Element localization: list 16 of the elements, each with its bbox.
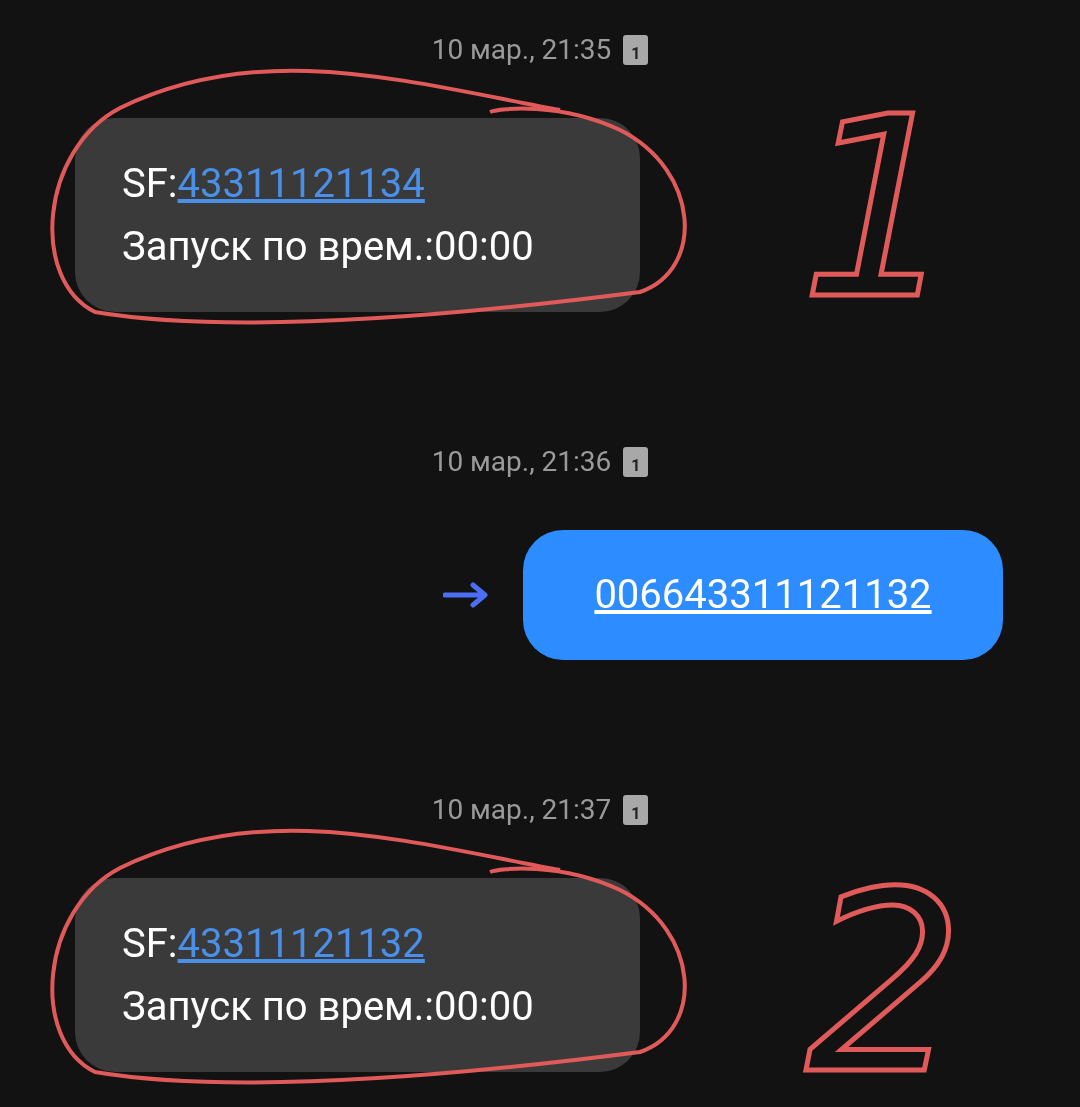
handwritten-number: 2 <box>805 838 965 1107</box>
sender-label: SF: <box>122 159 178 209</box>
timestamp: 10 мар., 21:37 <box>431 792 612 828</box>
sim-icon: 1 <box>623 35 649 65</box>
message-text: Запуск по врем.:00:00 <box>122 222 535 272</box>
timestamp: 10 мар., 21:35 <box>431 32 612 68</box>
sim-icon: 1 <box>623 447 649 477</box>
handwritten-number: 1 <box>800 63 960 354</box>
phone-link[interactable]: 006643311121132 <box>594 565 932 625</box>
sim-icon: 1 <box>623 795 649 825</box>
timestamp: 10 мар., 21:36 <box>431 444 612 480</box>
phone-link[interactable]: 43311121132 <box>177 912 425 975</box>
sent-arrow-icon <box>443 582 489 608</box>
sender-label: SF: <box>122 919 178 969</box>
message-text: Запуск по врем.:00:00 <box>122 982 535 1032</box>
phone-link[interactable]: 43311121134 <box>177 152 425 215</box>
